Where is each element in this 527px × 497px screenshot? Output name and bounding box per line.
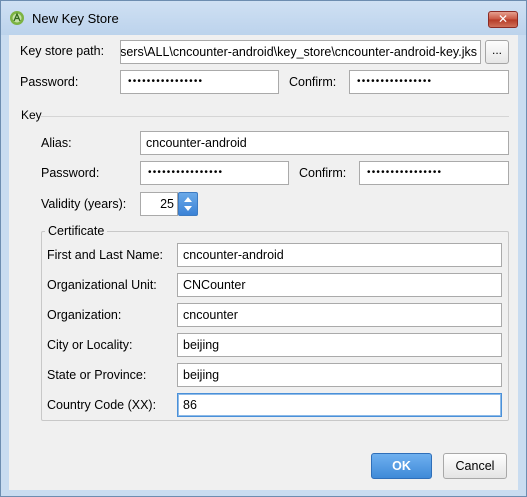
arrow-down-icon[interactable] — [184, 206, 192, 211]
key-confirm-label: Confirm: — [299, 166, 347, 180]
key-password-label: Password: — [41, 166, 100, 180]
validity-spinner[interactable]: 25 — [140, 192, 198, 216]
browse-button[interactable]: ... — [485, 40, 509, 64]
window-title: New Key Store — [32, 11, 119, 26]
key-store-path-label: Key store path: — [20, 44, 105, 58]
validity-value[interactable]: 25 — [140, 192, 178, 216]
organizational-unit-input[interactable]: CNCounter — [177, 273, 502, 297]
state-province-label: State or Province: — [47, 368, 147, 382]
city-locality-input[interactable]: beijing — [177, 333, 502, 357]
country-code-input[interactable]: 86 — [177, 393, 502, 417]
keystore-password-label: Password: — [20, 75, 79, 89]
key-store-path-value: C:\Users\ALL\cncounter-android\key_store… — [120, 45, 477, 59]
alias-input[interactable]: cncounter-android — [140, 131, 509, 155]
first-last-name-label: First and Last Name: — [47, 248, 164, 262]
close-button[interactable]: ✕ — [488, 11, 518, 28]
organization-label: Organization: — [47, 308, 122, 322]
key-section-title: Key — [21, 108, 42, 122]
validity-spin-buttons[interactable] — [178, 192, 198, 216]
ok-button[interactable]: OK — [371, 453, 432, 479]
validity-label: Validity (years): — [41, 197, 127, 211]
organization-input[interactable]: cncounter — [177, 303, 502, 327]
keystore-password-input[interactable]: •••••••••••••••• — [120, 70, 279, 94]
city-locality-label: City or Locality: — [47, 338, 133, 352]
country-code-label: Country Code (XX): — [47, 398, 157, 412]
organizational-unit-label: Organizational Unit: — [47, 278, 157, 292]
ellipsis-icon: ... — [491, 43, 502, 57]
keystore-confirm-label: Confirm: — [289, 75, 337, 89]
key-confirm-input[interactable]: •••••••••••••••• — [359, 161, 509, 185]
first-last-name-input[interactable]: cncounter-android — [177, 243, 502, 267]
keystore-confirm-input[interactable]: •••••••••••••••• — [349, 70, 509, 94]
new-key-store-dialog: New Key Store ✕ Key store path: C:\Users… — [0, 0, 527, 497]
key-separator — [41, 116, 509, 117]
cancel-button[interactable]: Cancel — [443, 453, 507, 479]
dialog-body: Key store path: C:\Users\ALL\cncounter-a… — [9, 35, 518, 490]
alias-label: Alias: — [41, 136, 72, 150]
certificate-title: Certificate — [45, 224, 108, 238]
key-password-input[interactable]: •••••••••••••••• — [140, 161, 289, 185]
arrow-up-icon[interactable] — [184, 197, 192, 202]
close-icon: ✕ — [497, 12, 509, 26]
title-bar[interactable]: New Key Store ✕ — [1, 1, 526, 35]
state-province-input[interactable]: beijing — [177, 363, 502, 387]
android-studio-icon — [10, 11, 24, 25]
key-store-path-input[interactable]: C:\Users\ALL\cncounter-android\key_store… — [120, 40, 481, 64]
